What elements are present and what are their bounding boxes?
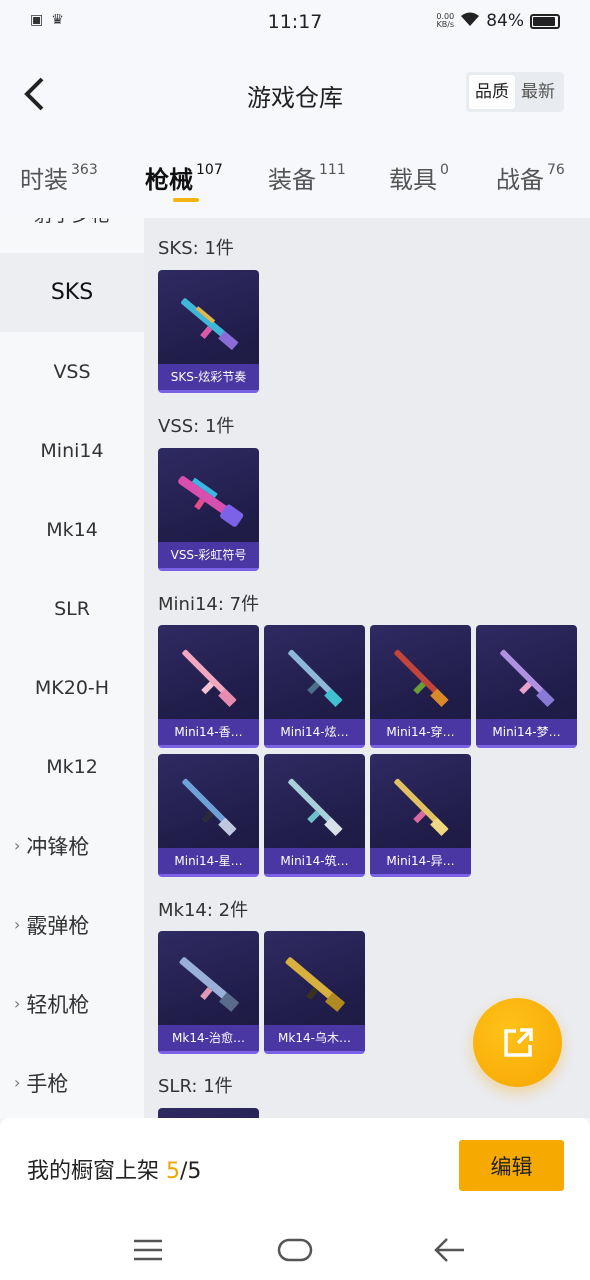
status-bar: ▣ ♛ 11:17 0.00 KB/s 84% [0, 0, 590, 46]
weapon-card[interactable]: Mk14-治愈… [158, 931, 259, 1054]
menu-button[interactable] [128, 1230, 168, 1270]
section-title-sks: SKS: 1件 [158, 238, 234, 259]
rifle-icon [181, 298, 239, 351]
network-speed: 0.00 KB/s [436, 12, 455, 29]
section-title-vss: VSS: 1件 [158, 416, 235, 437]
rifle-icon [394, 649, 449, 707]
arrow-left-icon [434, 1238, 464, 1262]
weapon-card[interactable]: Mk14-乌木… [264, 931, 365, 1054]
chevron-right-icon: › [14, 1073, 21, 1092]
sidebar-group-pistol[interactable]: › 手枪 [0, 1043, 144, 1118]
section-title-slr: SLR: 1件 [158, 1076, 233, 1097]
sidebar-item-slr[interactable]: SLR [0, 569, 144, 648]
section-title-mini14: Mini14: 7件 [158, 594, 260, 615]
sort-quality-button[interactable]: 品质 [469, 75, 515, 109]
share-button[interactable] [473, 998, 562, 1087]
rifle-icon [394, 778, 449, 836]
weapon-sidebar: 射手步枪 SKS VSS Mini14 Mk14 SLR MK20-H Mk12… [0, 218, 144, 1118]
rifle-icon [178, 476, 244, 527]
battery-percent: 84% [486, 11, 524, 31]
rifle-icon [288, 778, 343, 836]
tab-tactical[interactable]: 战备 76 [496, 160, 565, 195]
wifi-icon [460, 11, 480, 31]
weapon-content: SKS: 1件 SKS-炫彩节奏 VSS: 1件 VSS-彩虹符号 Mini14… [144, 218, 590, 1118]
tab-vehicles[interactable]: 载具 0 [389, 160, 449, 195]
battery-icon [530, 13, 560, 29]
home-button[interactable] [275, 1230, 315, 1270]
sidebar-item-mk20h[interactable]: MK20-H [0, 648, 144, 727]
system-nav-bar [0, 1220, 590, 1280]
sidebar-item-marksman-rifle[interactable]: 射手步枪 [0, 218, 144, 253]
rifle-icon [179, 957, 240, 1012]
section-title-mk14: Mk14: 2件 [158, 900, 249, 921]
rifle-icon [500, 649, 555, 707]
sidebar-item-vss[interactable]: VSS [0, 332, 144, 411]
weapon-card[interactable]: Mini14-筑… [264, 754, 365, 877]
menu-icon [134, 1239, 162, 1261]
chevron-right-icon: › [14, 915, 21, 934]
weapon-card[interactable]: Mini14-炫… [264, 625, 365, 748]
weapon-card[interactable]: Mini14-梦… [476, 625, 577, 748]
weapon-card[interactable]: Mini14-香… [158, 625, 259, 748]
rifle-icon [182, 778, 237, 836]
showcase-status: 我的橱窗上架 5/5 [27, 1159, 202, 1184]
sidebar-item-mk14[interactable]: Mk14 [0, 490, 144, 569]
tab-fashion[interactable]: 时装 363 [20, 160, 98, 195]
chevron-right-icon: › [14, 994, 21, 1013]
sidebar-item-mini14[interactable]: Mini14 [0, 411, 144, 490]
rifle-icon [285, 957, 346, 1012]
weapon-card[interactable]: Mini14-星… [158, 754, 259, 877]
active-tab-indicator [173, 198, 199, 202]
rifle-icon [182, 649, 237, 707]
rifle-icon [288, 649, 343, 707]
weapon-card[interactable]: SKS-炫彩节奏 [158, 270, 259, 393]
weapon-card[interactable] [158, 1108, 259, 1118]
edit-button[interactable]: 编辑 [459, 1140, 564, 1191]
tab-equipment[interactable]: 装备 111 [268, 160, 346, 195]
sidebar-group-shotgun[interactable]: › 霰弹枪 [0, 885, 144, 964]
sort-newest-button[interactable]: 最新 [515, 75, 561, 109]
home-icon [277, 1238, 313, 1262]
sidebar-item-mk12[interactable]: Mk12 [0, 727, 144, 806]
sidebar-item-sks[interactable]: SKS [0, 253, 144, 332]
app-header: 游戏仓库 品质 最新 [0, 46, 590, 146]
sidebar-group-smg[interactable]: › 冲锋枪 [0, 806, 144, 885]
weapon-card[interactable]: VSS-彩虹符号 [158, 448, 259, 571]
nav-back-button[interactable] [430, 1230, 470, 1270]
weapon-card[interactable]: Mini14-穿… [370, 625, 471, 748]
showcase-bar: 我的橱窗上架 5/5 编辑 [0, 1118, 590, 1220]
tab-firearms[interactable]: 枪械 107 [145, 160, 223, 195]
category-tabs: 时装 363 枪械 107 装备 111 载具 0 战备 76 [0, 146, 590, 218]
weapon-card[interactable]: Mini14-异… [370, 754, 471, 877]
chevron-right-icon: › [14, 836, 21, 855]
external-link-icon [503, 1027, 533, 1057]
sidebar-group-lmg[interactable]: › 轻机枪 [0, 964, 144, 1043]
sort-toggle: 品质 最新 [466, 72, 564, 112]
